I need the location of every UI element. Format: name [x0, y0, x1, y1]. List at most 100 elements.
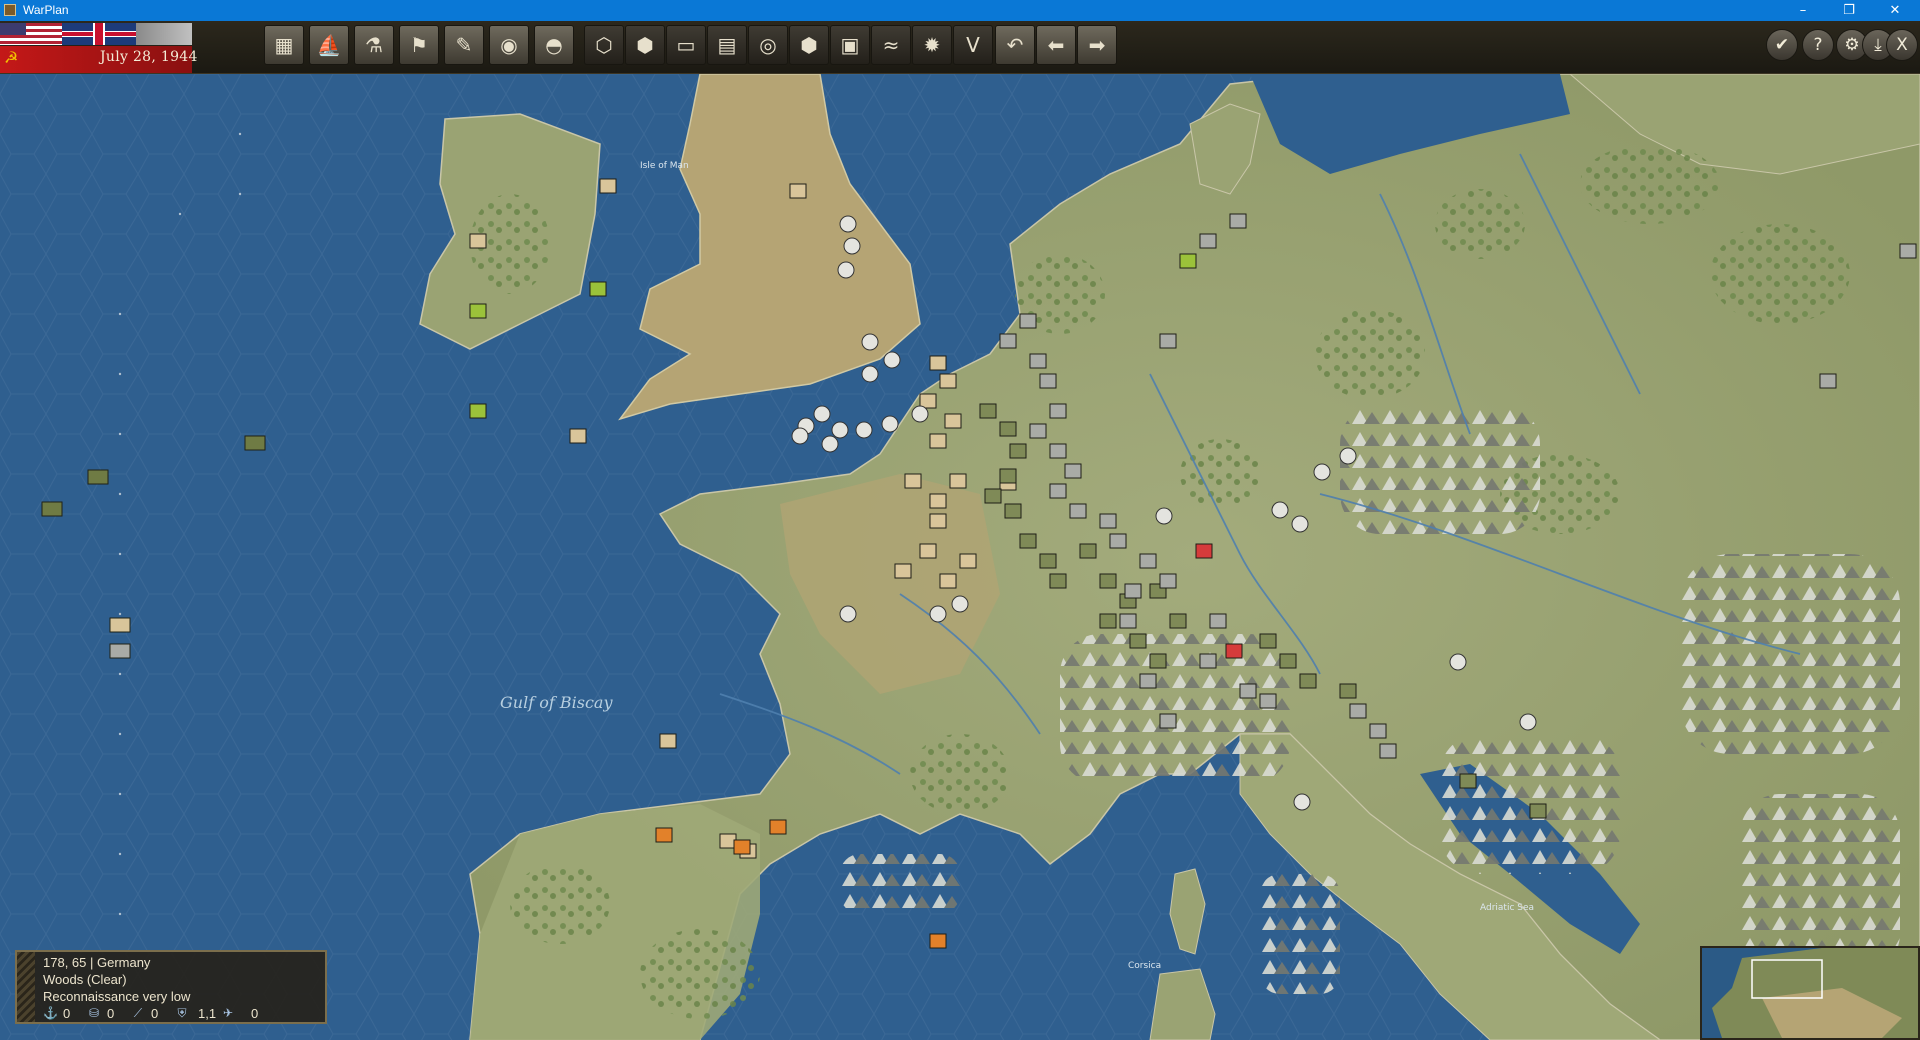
air-unit[interactable]	[855, 421, 873, 439]
unit-counter[interactable]	[1279, 653, 1297, 669]
vehicle-button[interactable]: ▭	[666, 25, 706, 65]
unit-counter[interactable]	[469, 303, 487, 319]
unit-counter[interactable]	[1019, 313, 1037, 329]
unit-counter[interactable]	[1049, 573, 1067, 589]
unit-counter[interactable]	[1049, 483, 1067, 499]
unit-counter[interactable]	[1379, 743, 1397, 759]
air-unit[interactable]	[843, 237, 861, 255]
unit-counter[interactable]	[769, 819, 787, 835]
unit-counter[interactable]	[1459, 773, 1477, 789]
unit-counter[interactable]	[1259, 693, 1277, 709]
air-unit[interactable]	[839, 215, 857, 233]
unit-counter[interactable]	[1299, 673, 1317, 689]
unit-counter[interactable]	[1049, 443, 1067, 459]
air-unit[interactable]	[861, 365, 879, 383]
unit-counter[interactable]	[1199, 233, 1217, 249]
unit-counter[interactable]	[1029, 423, 1047, 439]
unit-counter[interactable]	[1179, 253, 1197, 269]
units-stack-button[interactable]: ▤	[707, 25, 747, 65]
supply-button[interactable]: ⬢	[625, 25, 665, 65]
unit-counter[interactable]	[1019, 533, 1037, 549]
naval-button[interactable]: ⛵	[309, 25, 349, 65]
unit-counter[interactable]	[569, 428, 587, 444]
unit-counter[interactable]	[655, 827, 673, 843]
unit-counter[interactable]	[929, 355, 947, 371]
unit-counter[interactable]	[1529, 803, 1547, 819]
air-unit[interactable]	[1313, 463, 1331, 481]
explosion-button[interactable]: ✹	[912, 25, 952, 65]
air-unit[interactable]	[1449, 653, 1467, 671]
air-unit[interactable]	[929, 605, 947, 623]
unit-counter[interactable]	[1139, 673, 1157, 689]
victory-button[interactable]: V	[953, 25, 993, 65]
unit-counter[interactable]	[939, 373, 957, 389]
unit-counter[interactable]	[659, 733, 677, 749]
reports-button[interactable]: ✎	[444, 25, 484, 65]
unit-counter[interactable]	[1119, 613, 1137, 629]
air-unit[interactable]	[1155, 507, 1173, 525]
unit-counter[interactable]	[984, 488, 1002, 504]
maximize-button[interactable]: ❐	[1826, 0, 1872, 21]
unit-counter[interactable]	[949, 473, 967, 489]
help-button[interactable]: ?	[1802, 29, 1834, 61]
unit-counter[interactable]	[1079, 543, 1097, 559]
air-unit[interactable]	[1293, 793, 1311, 811]
unit-counter[interactable]	[1819, 373, 1837, 389]
unit-counter[interactable]	[1039, 553, 1057, 569]
unit-counter[interactable]	[904, 473, 922, 489]
air-unit[interactable]	[1339, 447, 1357, 465]
unit-counter[interactable]	[1039, 373, 1057, 389]
unit-counter[interactable]	[929, 493, 947, 509]
unit-counter[interactable]	[929, 433, 947, 449]
target-button[interactable]: ◎	[748, 25, 788, 65]
next-button[interactable]: ➡	[1077, 25, 1117, 65]
unit-counter[interactable]	[469, 403, 487, 419]
unit-counter[interactable]	[1029, 353, 1047, 369]
air-unit[interactable]	[881, 415, 899, 433]
undo-button[interactable]: ↶	[995, 25, 1035, 65]
exit-button[interactable]: X	[1886, 29, 1918, 61]
unit-counter[interactable]	[939, 573, 957, 589]
minimap[interactable]	[1700, 946, 1920, 1040]
unit-counter[interactable]	[1339, 683, 1357, 699]
gear-hex-button[interactable]: ⬢	[789, 25, 829, 65]
hex-grid-button[interactable]: ⬡	[584, 25, 624, 65]
unit-counter[interactable]	[919, 543, 937, 559]
unit-counter[interactable]	[1195, 543, 1213, 559]
research-button[interactable]: ⚗	[354, 25, 394, 65]
unit-counter[interactable]	[929, 933, 947, 949]
weather-button[interactable]: ≈	[871, 25, 911, 65]
air-unit[interactable]	[911, 405, 929, 423]
minimize-button[interactable]: –	[1780, 0, 1826, 21]
unit-counter[interactable]	[1129, 633, 1147, 649]
unit-counter[interactable]	[589, 281, 607, 297]
air-unit[interactable]	[951, 595, 969, 613]
previous-button[interactable]: ⬅	[1036, 25, 1076, 65]
unit-counter[interactable]	[999, 468, 1017, 484]
unit-counter[interactable]	[1099, 613, 1117, 629]
unit-counter[interactable]	[894, 563, 912, 579]
unit-counter[interactable]	[999, 421, 1017, 437]
unit-counter[interactable]	[1229, 213, 1247, 229]
unit-counter[interactable]	[1099, 513, 1117, 529]
unit-counter[interactable]	[944, 413, 962, 429]
air-unit[interactable]	[1519, 713, 1537, 731]
unit-counter[interactable]	[1239, 683, 1257, 699]
unit-counter[interactable]	[959, 553, 977, 569]
air-unit[interactable]	[1291, 515, 1309, 533]
unit-counter[interactable]	[1139, 553, 1157, 569]
unit-counter[interactable]	[733, 839, 751, 855]
air-unit[interactable]	[883, 351, 901, 369]
unit-counter[interactable]	[1225, 643, 1243, 659]
unit-counter[interactable]	[1064, 463, 1082, 479]
air-unit[interactable]	[861, 333, 879, 351]
unit-counter[interactable]	[979, 403, 997, 419]
close-window-button[interactable]: ✕	[1872, 0, 1918, 21]
unit-counter[interactable]	[1369, 723, 1387, 739]
air-unit[interactable]	[1271, 501, 1289, 519]
unit-counter[interactable]	[1069, 503, 1087, 519]
unit-counter[interactable]	[1159, 333, 1177, 349]
unit-counter[interactable]	[1124, 583, 1142, 599]
unit-counter[interactable]	[1899, 243, 1917, 259]
unit-counter[interactable]	[469, 233, 487, 249]
